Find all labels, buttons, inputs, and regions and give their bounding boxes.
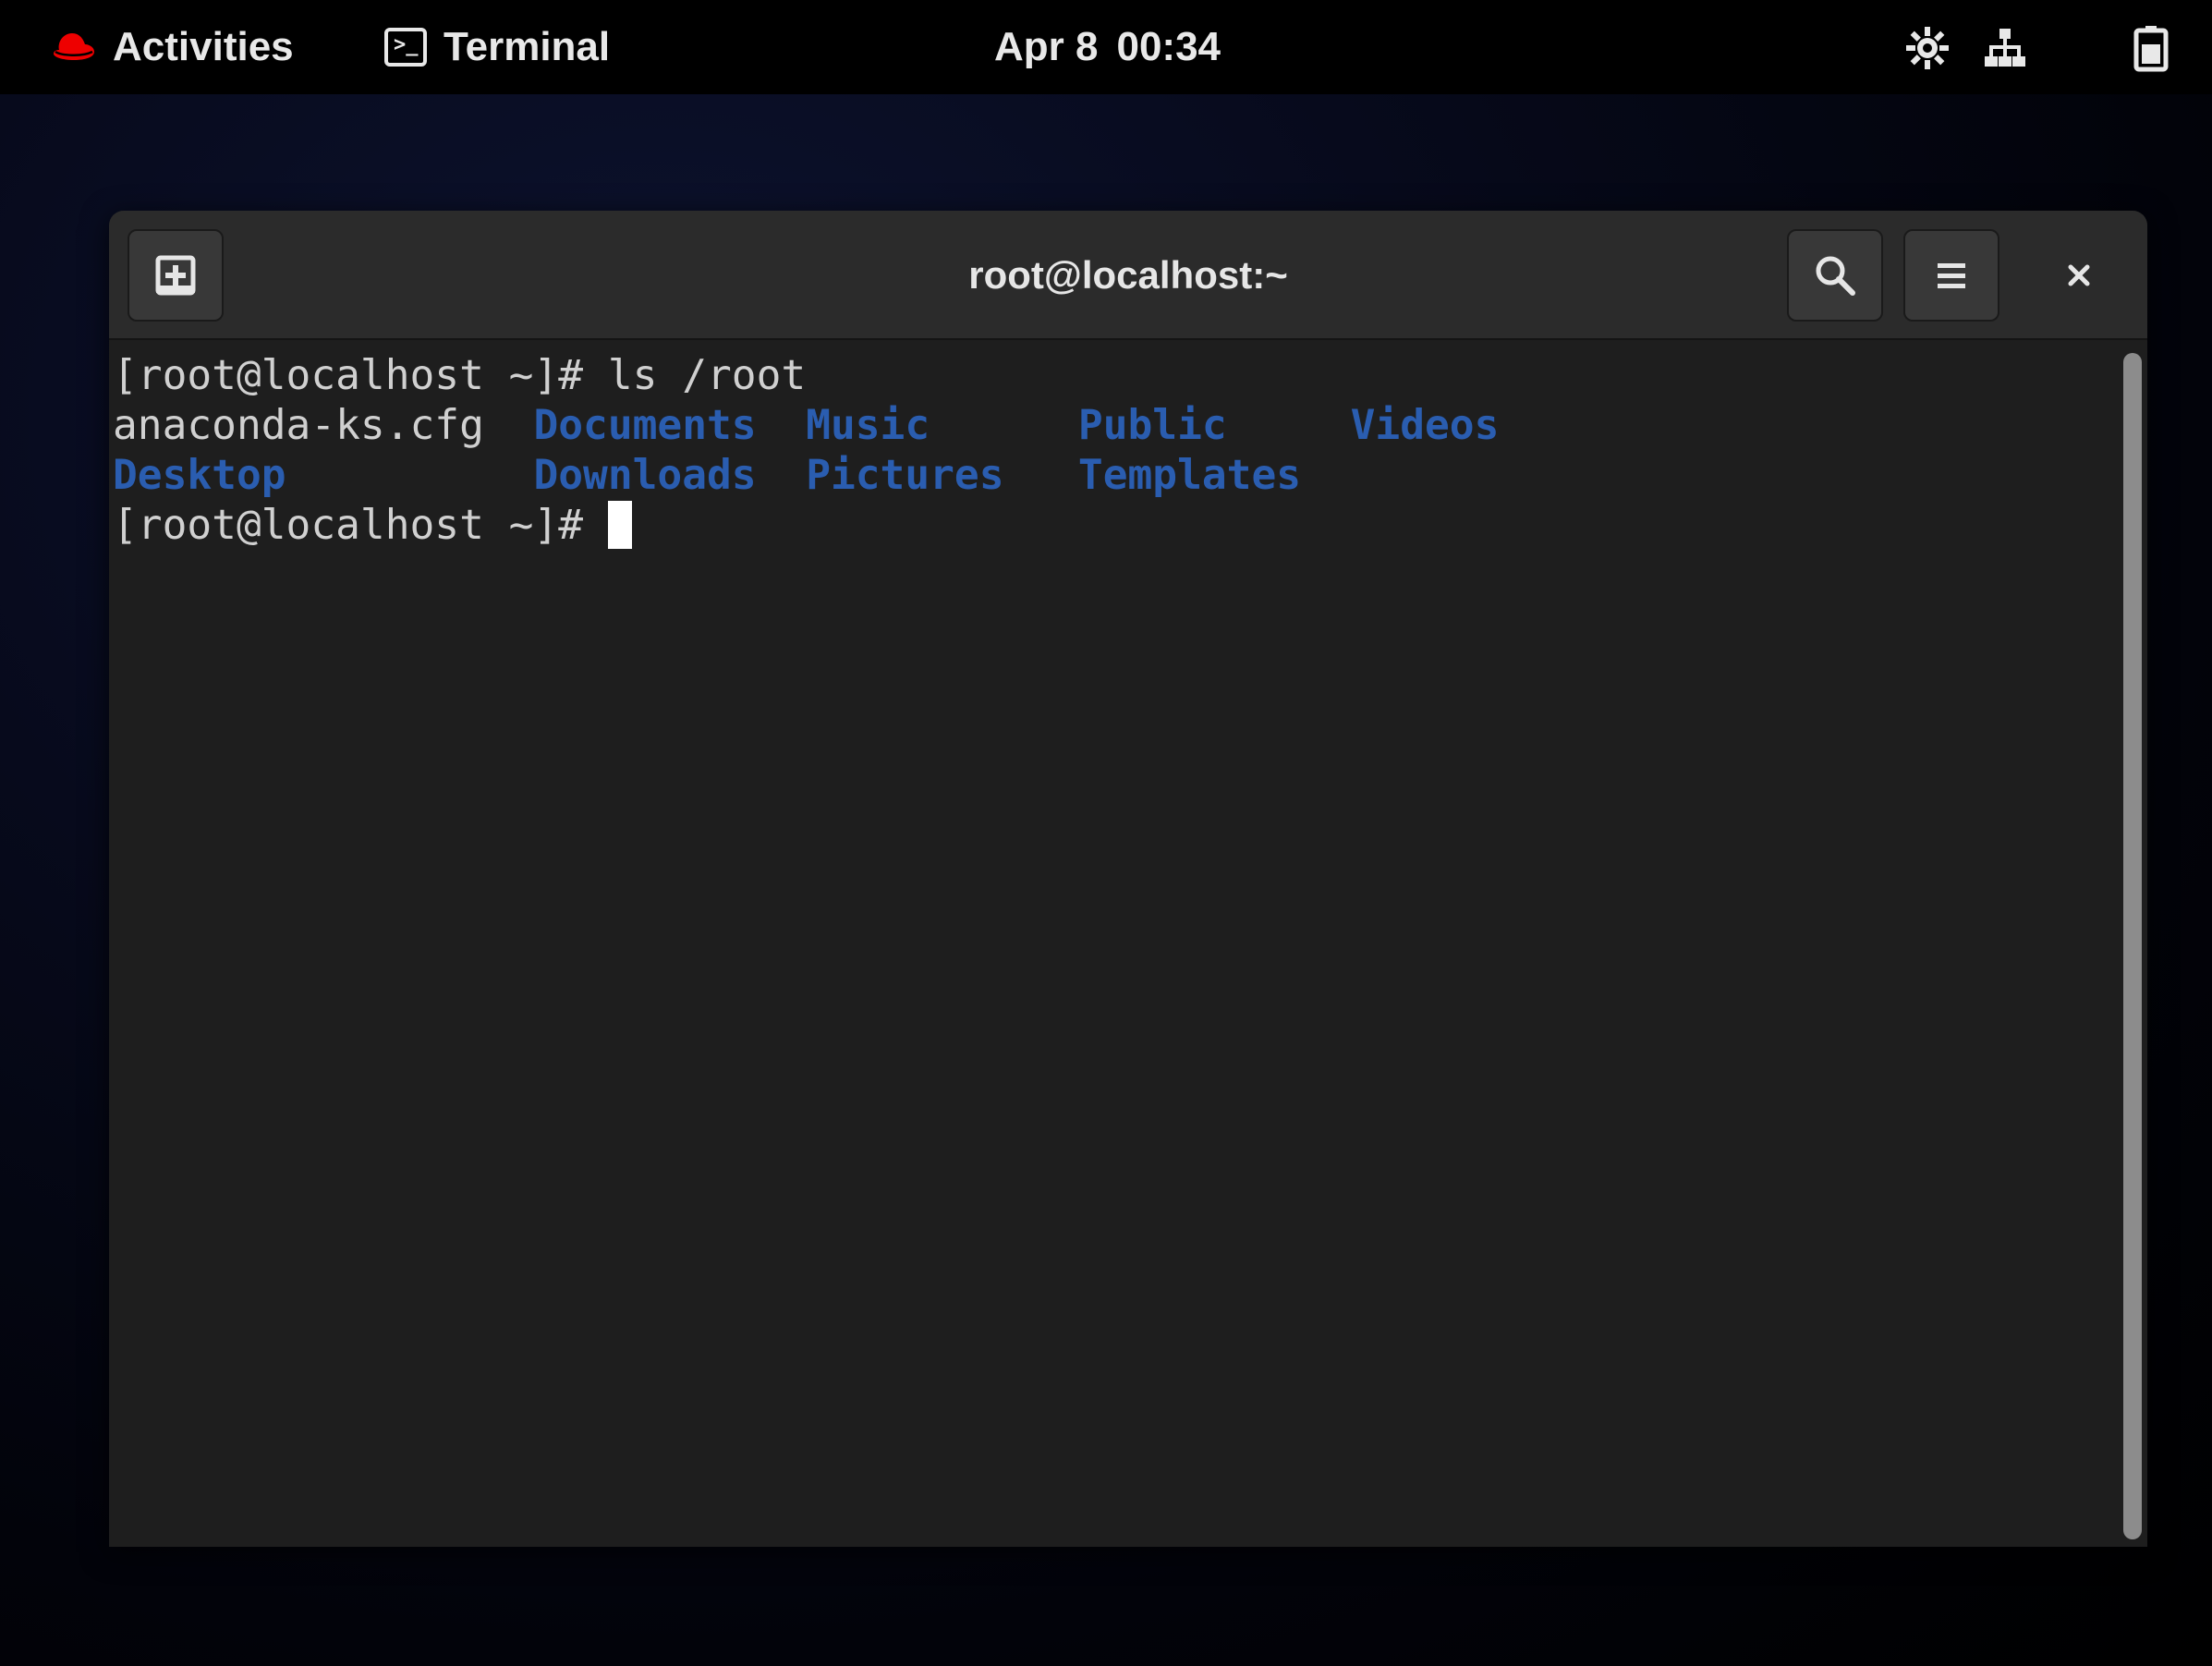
terminal-line: [root@localhost ~]# ls /root	[113, 351, 2114, 401]
battery-icon	[2133, 26, 2169, 72]
dir-entry: Documents	[533, 402, 757, 449]
scrollbar[interactable]	[2114, 342, 2147, 1547]
text-cursor	[607, 501, 632, 549]
top-bar: Activities >_ Terminal Apr 8 00:34	[0, 0, 2212, 94]
dir-entry: Pictures	[806, 452, 1004, 499]
scrollbar-thumb[interactable]	[2123, 353, 2142, 1539]
terminal-window: root@localhost:~ [root@localhost ~]# ls …	[109, 211, 2147, 1547]
terminal-icon: >_	[384, 28, 427, 67]
network-menu[interactable]	[1979, 22, 2031, 74]
close-icon	[2068, 264, 2090, 286]
clock-date: Apr 8	[994, 24, 1099, 69]
file-entry: anaconda-ks.cfg	[113, 402, 484, 449]
app-menu-label: Terminal	[444, 24, 611, 69]
dir-entry: Templates	[1077, 452, 1302, 499]
clock[interactable]: Apr 8 00:34	[994, 20, 1221, 74]
prompt: [root@localhost ~]#	[113, 502, 608, 549]
app-menu-terminal[interactable]: >_ Terminal	[384, 20, 610, 74]
activities-label: Activities	[113, 24, 294, 69]
command: ls /root	[607, 352, 807, 399]
prompt: [root@localhost ~]#	[113, 352, 608, 399]
new-tab-button[interactable]	[128, 229, 224, 322]
accessibility-menu[interactable]	[1902, 22, 1953, 74]
activities-button[interactable]: Activities	[52, 20, 294, 74]
dir-entry: Desktop	[113, 452, 286, 499]
search-button[interactable]	[1787, 229, 1883, 322]
dir-entry: Public	[1077, 402, 1227, 449]
window-headerbar: root@localhost:~	[109, 211, 2147, 340]
menu-button[interactable]	[1903, 229, 1999, 322]
dir-entry: Videos	[1350, 402, 1500, 449]
accessibility-icon	[1906, 27, 1949, 69]
clock-time: 00:34	[1116, 24, 1221, 69]
terminal-line: anaconda-ks.cfg Documents Music Public V…	[113, 401, 2114, 451]
redhat-logo-icon	[54, 33, 94, 60]
network-wired-icon	[1985, 29, 2025, 67]
dir-entry: Music	[806, 402, 930, 449]
search-icon	[1816, 256, 1855, 296]
terminal-line: [root@localhost ~]#	[113, 501, 2114, 551]
hamburger-menu-icon	[1938, 263, 1965, 288]
new-tab-icon	[155, 255, 196, 296]
dir-entry: Downloads	[533, 452, 757, 499]
close-button[interactable]	[2031, 229, 2127, 322]
terminal-line: Desktop Downloads Pictures Templates	[113, 451, 2114, 501]
system-menu-battery[interactable]	[2125, 22, 2177, 74]
terminal-output[interactable]: [root@localhost ~]# ls /root anaconda-ks.…	[109, 342, 2114, 1547]
